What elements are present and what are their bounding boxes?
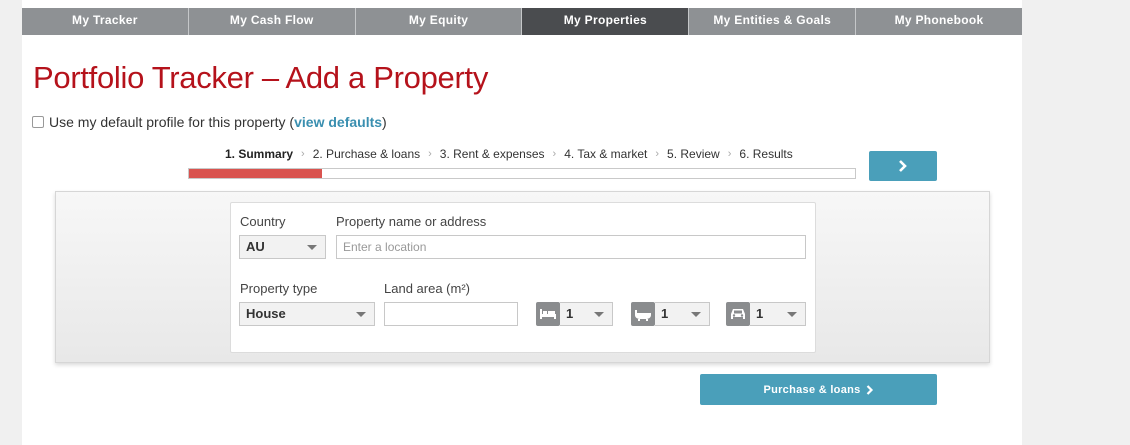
parking-value: 1 xyxy=(756,306,764,321)
land-area-input[interactable] xyxy=(384,302,518,326)
chevron-right-icon xyxy=(866,384,873,395)
default-profile-label: Use my default profile for this property… xyxy=(49,114,295,130)
country-label: Country xyxy=(240,214,286,229)
nav-tab-my-entities-goals[interactable]: My Entities & Goals xyxy=(689,8,857,35)
step-separator-icon: › xyxy=(428,148,432,160)
page: My Tracker My Cash Flow My Equity My Pro… xyxy=(22,0,1022,445)
default-profile-label-end: ) xyxy=(382,114,387,130)
step-purchase-loans[interactable]: 2. Purchase & loans xyxy=(313,147,420,161)
chevron-down-icon xyxy=(691,312,701,317)
chevron-down-icon xyxy=(787,312,797,317)
property-type-select[interactable]: House xyxy=(239,302,375,326)
car-icon xyxy=(726,302,750,326)
purchase-loans-label: Purchase & loans xyxy=(763,383,861,396)
chevron-down-icon xyxy=(594,312,604,317)
parking-select[interactable]: 1 xyxy=(750,302,806,326)
nav-tab-my-cash-flow[interactable]: My Cash Flow xyxy=(189,8,356,35)
property-type-value: House xyxy=(246,306,286,321)
nav-tab-my-tracker[interactable]: My Tracker xyxy=(22,8,189,35)
default-profile-row: Use my default profile for this property… xyxy=(32,114,387,130)
step-separator-icon: › xyxy=(727,148,732,160)
purchase-loans-button[interactable]: Purchase & loans xyxy=(700,374,937,405)
bathrooms-value: 1 xyxy=(661,306,669,321)
bath-icon xyxy=(631,302,655,326)
property-name-label: Property name or address xyxy=(336,214,487,229)
bed-icon xyxy=(536,302,560,326)
bathrooms-select[interactable]: 1 xyxy=(655,302,710,326)
chevron-down-icon xyxy=(307,245,317,250)
bedrooms-select[interactable]: 1 xyxy=(560,302,613,326)
property-type-label: Property type xyxy=(240,281,318,296)
default-profile-checkbox[interactable] xyxy=(32,116,44,128)
step-separator-icon: › xyxy=(655,148,660,160)
land-area-label: Land area (m²) xyxy=(384,281,470,296)
nav-tab-my-equity[interactable]: My Equity xyxy=(356,8,523,35)
chevron-right-icon xyxy=(899,160,907,172)
country-select[interactable]: AU xyxy=(239,235,326,259)
step-results[interactable]: 6. Results xyxy=(739,147,792,161)
property-form: Country AU Property name or address Ente… xyxy=(230,202,816,353)
step-separator-icon: › xyxy=(552,148,557,160)
chevron-down-icon xyxy=(356,312,366,317)
bedrooms-value: 1 xyxy=(566,306,574,321)
step-summary[interactable]: 1. Summary xyxy=(225,147,293,161)
view-defaults-link[interactable]: view defaults xyxy=(294,114,382,130)
progress-bar xyxy=(188,168,856,179)
progress-bar-fill xyxy=(189,169,323,178)
step-tax-market[interactable]: 4. Tax & market xyxy=(564,147,647,161)
step-separator-icon: › xyxy=(301,148,305,160)
country-value: AU xyxy=(246,239,265,254)
step-rent-expenses[interactable]: 3. Rent & expenses xyxy=(440,147,545,161)
step-review[interactable]: 5. Review xyxy=(667,147,720,161)
nav-tab-my-phonebook[interactable]: My Phonebook xyxy=(856,8,1022,35)
property-name-input[interactable]: Enter a location xyxy=(336,235,806,259)
property-summary-card: Country AU Property name or address Ente… xyxy=(55,191,990,363)
next-step-button[interactable] xyxy=(869,151,937,181)
nav-tab-my-properties[interactable]: My Properties xyxy=(522,8,690,35)
page-title: Portfolio Tracker – Add a Property xyxy=(33,60,489,95)
main-nav: My Tracker My Cash Flow My Equity My Pro… xyxy=(22,8,1022,35)
step-indicator: 1. Summary › 2. Purchase & loans › 3. Re… xyxy=(225,147,793,161)
